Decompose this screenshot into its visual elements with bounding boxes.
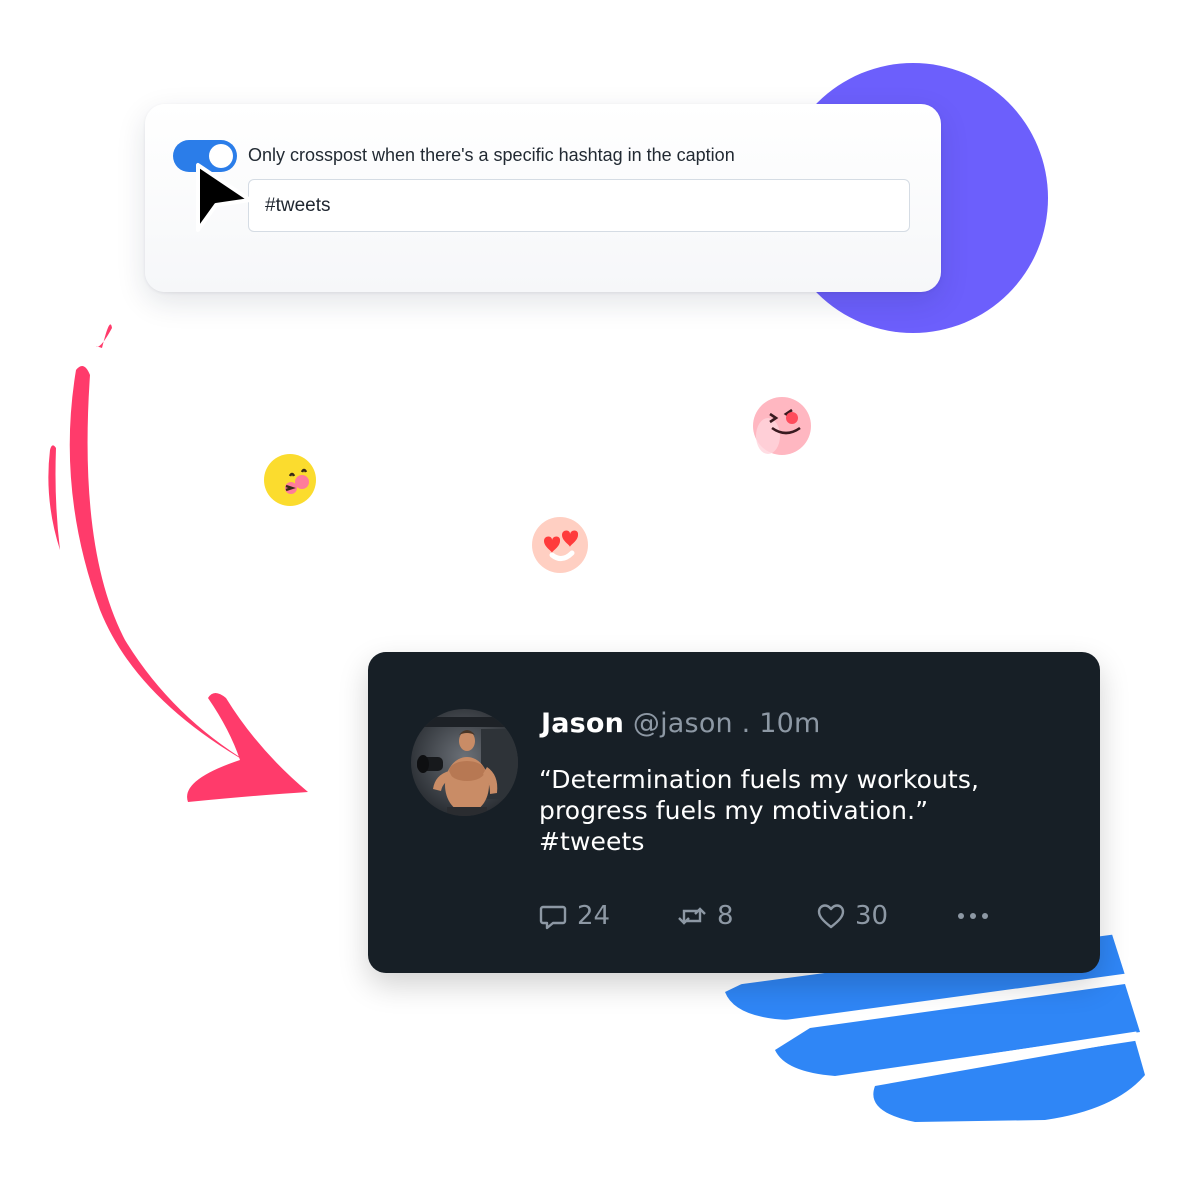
emoji-wink-tongue-icon — [753, 397, 811, 455]
tweet-timestamp: 10m — [759, 708, 821, 739]
more-icon — [958, 913, 988, 919]
curved-arrow-decoration — [48, 324, 308, 802]
reply-count: 24 — [577, 901, 611, 931]
tweet-actions: 24 8 30 — [538, 899, 1008, 933]
tweet-text-line: “Determination fuels my workouts, — [539, 765, 979, 794]
tweet-author-name[interactable]: Jason — [541, 708, 624, 739]
like-button[interactable]: 30 — [816, 899, 888, 933]
avatar — [411, 709, 518, 816]
tweet-card: Jason @jason . 10m “Determination fuels … — [368, 652, 1100, 973]
hashtag-input[interactable] — [248, 179, 910, 232]
tweet-separator: . — [741, 708, 751, 739]
tweet-text: “Determination fuels my workouts, progre… — [539, 764, 1059, 857]
more-button[interactable] — [956, 899, 990, 933]
tweet-text-line: progress fuels my motivation.” — [539, 796, 929, 825]
emoji-hot-face-icon — [264, 454, 316, 506]
like-count: 30 — [855, 901, 889, 931]
reply-button[interactable]: 24 — [538, 899, 610, 933]
retweet-count: 8 — [717, 901, 734, 931]
like-icon — [817, 904, 845, 929]
tweet-hashtag[interactable]: #tweets — [539, 826, 1059, 857]
crosspost-setting-label: Only crosspost when there's a specific h… — [248, 145, 735, 165]
reply-icon — [539, 905, 567, 930]
retweet-icon — [678, 907, 706, 925]
emoji-heart-eyes-icon — [532, 517, 588, 573]
crosspost-settings-card: Only crosspost when there's a specific h… — [145, 104, 941, 292]
tweet-header: Jason @jason . 10m — [541, 708, 821, 739]
tweet-author-handle[interactable]: @jason — [633, 708, 733, 739]
cursor-arrow-icon — [196, 163, 252, 232]
retweet-button[interactable]: 8 — [676, 899, 734, 933]
